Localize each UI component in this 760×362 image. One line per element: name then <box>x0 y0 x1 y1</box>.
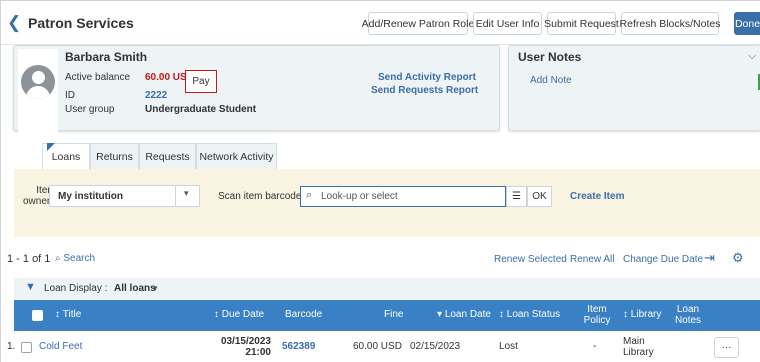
active-tab-indicator <box>47 143 55 151</box>
column-item-policy-line2: Policy <box>583 314 611 326</box>
active-balance-label: Active balance <box>65 72 131 83</box>
search-icon: ⌕ <box>55 253 61 264</box>
column-item-policy[interactable]: Item Policy <box>577 300 617 331</box>
row-barcode-link[interactable]: 562389 <box>282 331 315 362</box>
column-loan-notes[interactable]: Loan Notes <box>673 300 703 331</box>
column-title[interactable]: ↕ Title <box>55 300 81 331</box>
scan-barcode-placeholder: Look-up or select <box>321 191 398 202</box>
result-count: 1 - 1 of 1 <box>7 253 51 265</box>
column-library-label: Library <box>630 309 662 321</box>
chevron-left-icon[interactable]: ❮ <box>7 13 21 33</box>
search-icon: ⌕ <box>306 189 313 201</box>
column-loan-date[interactable]: ▾ Loan Date <box>437 300 491 331</box>
done-button[interactable]: Done <box>734 12 760 35</box>
avatar-head-shape <box>32 71 45 84</box>
scan-barcode-label: Scan item barcode * <box>218 191 308 202</box>
sort-icon: ↕ <box>623 309 631 321</box>
user-group-label: User group <box>65 104 115 115</box>
export-icon[interactable]: ⇥ <box>704 250 715 266</box>
row-library-line1: Main <box>623 335 645 347</box>
row-actions-button[interactable]: ··· <box>714 337 739 358</box>
column-barcode[interactable]: Barcode <box>285 300 322 331</box>
caret-down-icon[interactable]: ▾ <box>184 188 189 199</box>
loan-display-label: Loan Display : <box>44 283 108 294</box>
row-due-date-day: 03/15/2023 <box>220 335 271 347</box>
row-item-policy: - <box>593 341 597 353</box>
column-loan-status-label: Loan Status <box>506 309 561 321</box>
loan-display-value[interactable]: All loans <box>114 283 156 294</box>
filter-icon: ▼ <box>25 281 36 293</box>
column-item-policy-line1: Item <box>587 304 607 315</box>
item-owner-select[interactable]: My institution <box>49 185 200 207</box>
change-due-date-link[interactable]: Change Due Date <box>623 254 703 265</box>
column-loan-notes-line2: Notes <box>674 314 702 326</box>
id-value: 2222 <box>145 90 168 101</box>
refresh-blocks-notes-button[interactable]: Refresh Blocks/Notes <box>620 12 720 35</box>
sort-icon: ↕ <box>55 309 63 321</box>
row-checkbox[interactable] <box>21 342 32 353</box>
row-fine: 60.00 USD <box>353 341 402 353</box>
column-due-date[interactable]: ↕ Due Date <box>214 300 264 331</box>
row-due-date-time: 21:00 <box>245 347 271 358</box>
select-divider <box>175 186 176 206</box>
send-requests-report-link[interactable]: Send Requests Report <box>371 85 478 96</box>
renew-all-link[interactable]: Renew All <box>570 254 614 265</box>
tab-network-activity[interactable]: Network Activity <box>196 143 277 169</box>
renew-selected-link[interactable]: Renew Selected <box>494 254 567 265</box>
column-fine[interactable]: Fine <box>384 300 403 331</box>
avatar-body-shape <box>26 86 50 99</box>
caret-down-icon[interactable]: ▾ <box>153 283 158 294</box>
page-title: Patron Services <box>28 15 134 31</box>
row-library-line2: Library <box>623 347 654 358</box>
scan-barcode-label-text: Scan item barcode <box>218 191 302 202</box>
add-renew-patron-role-button[interactable]: Add/Renew Patron Role <box>362 12 474 35</box>
row-loan-status: Lost <box>499 341 518 353</box>
pay-button[interactable]: Pay <box>185 70 217 93</box>
sort-icon: ↕ <box>499 309 507 321</box>
user-group-value: Undergraduate Student <box>145 104 257 115</box>
column-loan-status[interactable]: ↕ Loan Status <box>499 300 560 331</box>
column-loan-date-label: Loan Date <box>444 309 491 321</box>
list-icon[interactable]: ☰ <box>506 186 527 207</box>
column-due-date-label: Due Date <box>221 309 265 321</box>
column-loan-notes-line1: Loan <box>676 304 700 315</box>
user-notes-title: User Notes <box>518 50 582 64</box>
column-library[interactable]: ↕ Library <box>623 300 661 331</box>
avatar <box>21 65 55 99</box>
row-due-date: 03/15/2023 21:00 <box>219 331 271 362</box>
list-search[interactable]: ⌕ Search <box>55 253 95 264</box>
tab-returns[interactable]: Returns <box>90 143 139 169</box>
create-item-link[interactable]: Create Item <box>570 191 624 202</box>
send-activity-report-link[interactable]: Send Activity Report <box>378 72 476 83</box>
sort-icon: ↕ <box>214 309 222 321</box>
edit-user-info-button[interactable]: Edit User Info <box>473 12 542 35</box>
ok-button[interactable]: OK <box>527 186 552 207</box>
patron-name: Barbara Smith <box>65 50 148 64</box>
submit-request-button[interactable]: Submit Request <box>544 12 619 35</box>
list-search-label: Search <box>63 253 96 264</box>
add-note-link[interactable]: Add Note <box>530 75 572 86</box>
row-loan-date: 02/15/2023 <box>410 341 461 353</box>
gear-icon[interactable]: ⚙ <box>732 250 744 266</box>
row-library: Main Library <box>623 331 654 362</box>
sort-desc-icon: ▾ <box>437 309 445 321</box>
column-title-label: Title <box>62 309 82 321</box>
row-title-link[interactable]: Cold Feet <box>39 331 82 362</box>
row-number: 1. <box>7 341 16 353</box>
chevron-down-icon[interactable]: ⌵ <box>748 50 756 63</box>
tab-requests[interactable]: Requests <box>139 143 196 169</box>
item-owner-label-text: owner <box>23 196 51 207</box>
select-all-checkbox[interactable] <box>32 310 43 321</box>
id-label: ID <box>65 90 75 101</box>
